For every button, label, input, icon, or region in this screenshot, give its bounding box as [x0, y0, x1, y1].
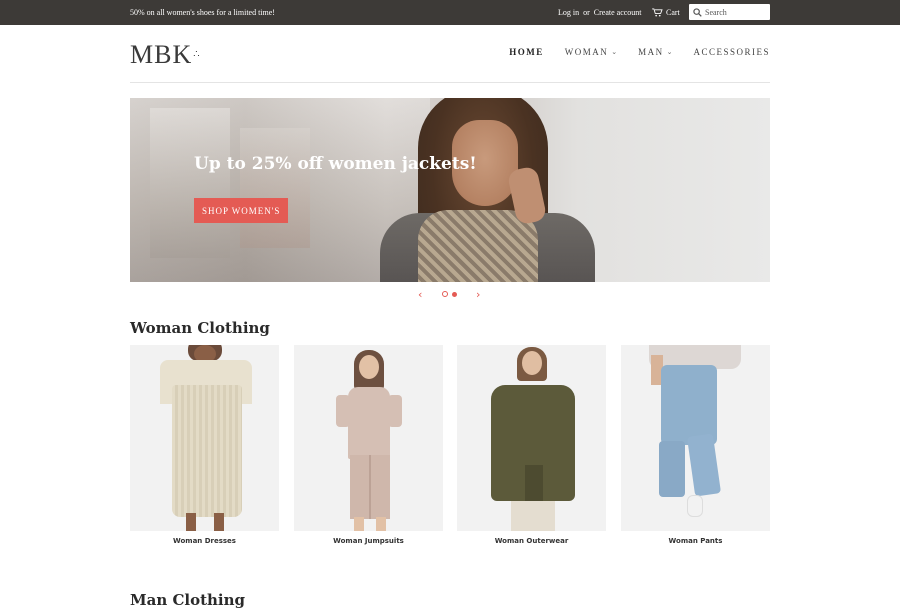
collection-image — [130, 345, 279, 531]
login-link[interactable]: Log in — [558, 8, 579, 17]
collection-image — [294, 345, 443, 531]
section-title-woman: Woman Clothing — [130, 319, 270, 337]
chevron-down-icon: ⌄ — [611, 48, 618, 56]
nav-label: HOME — [509, 47, 544, 57]
search-box[interactable] — [689, 4, 770, 20]
nav-item-home[interactable]: HOME — [509, 47, 544, 57]
nav-item-man[interactable]: MAN ⌄ — [638, 47, 672, 57]
slider-controls: ‹ › — [0, 288, 900, 301]
collection-grid: Woman Dresses Woman Jumpsuits Woman Oute… — [130, 345, 770, 555]
collection-label: Woman Outerwear — [494, 537, 569, 545]
nav-item-accessories[interactable]: ACCESSORIES — [693, 47, 770, 57]
logo-dots-icon: ∴ — [193, 49, 201, 60]
collection-card-woman-jumpsuits[interactable]: Woman Jumpsuits — [294, 345, 443, 545]
or-text: or — [583, 8, 590, 17]
hero-headline: Up to 25% off women jackets! — [194, 154, 477, 174]
chevron-left-icon[interactable]: ‹ — [418, 288, 422, 301]
chevron-right-icon[interactable]: › — [476, 288, 480, 301]
chevron-down-icon: ⌄ — [666, 48, 673, 56]
collection-card-woman-pants[interactable]: Woman Pants — [621, 345, 770, 545]
cart-icon — [652, 8, 663, 17]
slide-dot-2[interactable] — [452, 292, 457, 297]
announcement-bar: 50% on all women's shoes for a limited t… — [0, 0, 900, 25]
logo-text: MBK — [130, 40, 193, 69]
nav-label: MAN — [638, 47, 664, 57]
main-nav: HOME WOMAN ⌄ MAN ⌄ ACCESSORIES — [509, 47, 770, 57]
shop-womens-button[interactable]: SHOP WOMEN'S — [194, 198, 289, 223]
nav-item-woman[interactable]: WOMAN ⌄ — [565, 47, 617, 57]
collection-label: Woman Dresses — [173, 537, 236, 545]
collection-label: Woman Jumpsuits — [333, 537, 404, 545]
announcement-text: 50% on all women's shoes for a limited t… — [130, 8, 275, 17]
nav-label: WOMAN — [564, 47, 609, 57]
collection-image — [621, 345, 770, 531]
slide-dot-1[interactable] — [442, 291, 448, 297]
cart-label: Cart — [666, 8, 680, 17]
cart-link[interactable]: Cart — [652, 0, 680, 25]
site-logo[interactable]: MBK∴ — [130, 40, 201, 70]
collection-label: Woman Pants — [668, 537, 723, 545]
header-divider — [130, 82, 770, 83]
search-input[interactable] — [705, 5, 767, 19]
nav-label: ACCESSORIES — [693, 47, 770, 57]
section-title-man: Man Clothing — [130, 591, 246, 609]
create-account-link[interactable]: Create account — [594, 8, 642, 17]
collection-card-woman-dresses[interactable]: Woman Dresses — [130, 345, 279, 545]
account-links: Log in or Create account — [558, 0, 642, 25]
search-icon — [693, 7, 702, 17]
collection-image — [457, 345, 606, 531]
collection-card-woman-outerwear[interactable]: Woman Outerwear — [457, 345, 606, 545]
hero-slide[interactable]: Up to 25% off women jackets! SHOP WOMEN'… — [130, 98, 770, 282]
